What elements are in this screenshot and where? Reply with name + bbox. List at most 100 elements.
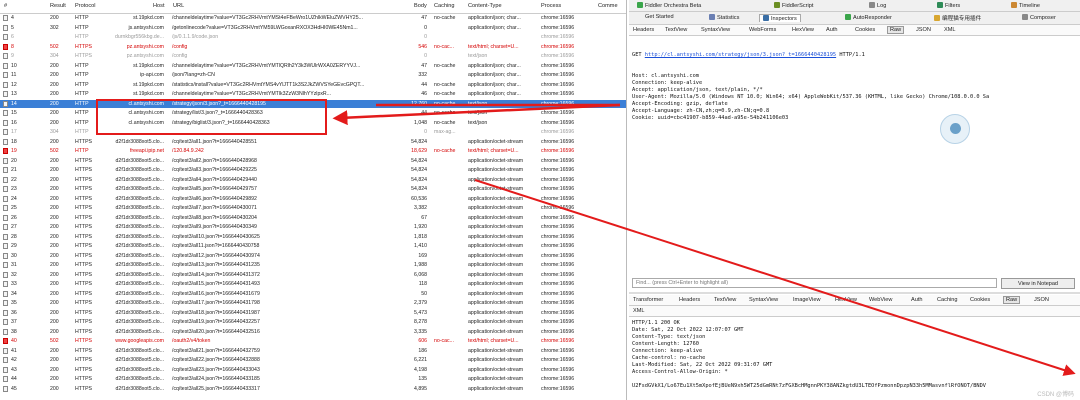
session-row[interactable]: 33 200 HTTPS d2f1dr3088xot5.clo.../cq/test3… <box>0 280 626 289</box>
session-row[interactable]: 36 200 HTTPS d2f1dr3088xot5.clo.../cq/test3… <box>0 309 626 318</box>
session-row[interactable]: 18 200 HTTPS d2f1dr3088xot5.clo.../cq/test3… <box>0 138 626 147</box>
quickfind-input[interactable]: Find... (press Ctrl+Enter to highlight a… <box>632 278 997 288</box>
res-tab-transformer[interactable]: Transformer <box>633 297 663 303</box>
session-row[interactable]: 9 304 HTTPS pz.antsyshi.com/config 0 text/jso… <box>0 52 626 61</box>
session-row[interactable]: 45 200 HTTPS d2f1dr3088xot5.clo.../cq/test3… <box>0 385 626 394</box>
session-row[interactable]: 30 200 HTTPS d2f1dr3088xot5.clo.../cq/test3… <box>0 252 626 261</box>
col-header-comments[interactable]: Comme <box>598 3 618 9</box>
cell-num: 15 <box>11 110 17 116</box>
tab-3[interactable]: Filters <box>937 2 960 9</box>
annotation-box <box>96 99 327 135</box>
tab-4[interactable]: 编程猫专用插件 <box>934 14 981 22</box>
session-row[interactable]: 4 200 HTTP st.19pkd.com/channeldelaytime?va… <box>0 14 626 23</box>
response-raw-text[interactable]: HTTP/1.1 200 OK Date: Sat, 22 Oct 2022 12… <box>632 320 986 390</box>
session-row[interactable]: 31 200 HTTPS d2f1dr3088xot5.clo.../cq/test3… <box>0 261 626 270</box>
req-tab-hexview[interactable]: HexView <box>792 27 814 33</box>
cell-process: chrome:16596 <box>541 338 575 344</box>
session-row[interactable]: 11 200 HTTP ip-api.com/json/?lang=zh-CN 332 a… <box>0 71 626 80</box>
session-row[interactable]: 21 200 HTTPS d2f1dr3088xot5.clo.../cq/test3… <box>0 166 626 175</box>
session-row[interactable]: 43 200 HTTPS d2f1dr3088xot5.clo.../cq/test3… <box>0 366 626 375</box>
res-tab-webview[interactable]: WebView <box>869 297 892 303</box>
request-raw-text[interactable]: GET http://cl.antsyshi.com/strategy/json… <box>632 38 989 136</box>
res-tab-textview[interactable]: TextView <box>714 297 736 303</box>
session-type-icon <box>3 186 8 192</box>
req-tab-auth[interactable]: Auth <box>826 27 838 33</box>
session-row[interactable]: 40 502 HTTPS www.googleapis.com/oauth2/v4/t… <box>0 337 626 346</box>
session-row[interactable]: 38 200 HTTPS d2f1dr3088xot5.clo.../cq/test3… <box>0 328 626 337</box>
session-row[interactable]: 6 HTTP durnkbgr556kbg.de.../js/0.1.1.9/cod… <box>0 33 626 42</box>
cell-body: 1,410 <box>414 243 427 249</box>
req-tab-headers[interactable]: Headers <box>633 27 654 33</box>
cell-result: 200 <box>50 224 59 230</box>
col-header-host[interactable]: Host <box>153 3 165 9</box>
tab-0[interactable]: Fiddler Orchestra Beta <box>637 2 701 9</box>
res-tab-imageview[interactable]: ImageView <box>793 297 821 303</box>
session-type-icon <box>3 281 8 287</box>
res-tab-syntaxview[interactable]: SyntaxView <box>749 297 778 303</box>
session-row[interactable]: 12 200 HTTP st.19pkd.com/statistics/install… <box>0 81 626 90</box>
req-tab-cookies[interactable]: Cookies <box>855 27 875 33</box>
res-tab-auth[interactable]: Auth <box>911 297 923 303</box>
col-header-result[interactable]: Result <box>50 3 66 9</box>
session-row[interactable]: 28 200 HTTPS d2f1dr3088xot5.clo.../cq/test3… <box>0 233 626 242</box>
res-tab-cookies[interactable]: Cookies <box>970 297 990 303</box>
session-row[interactable]: 13 200 HTTP st.19pkd.com/channeldelaytime?v… <box>0 90 626 99</box>
req-tab-json[interactable]: JSON <box>916 27 931 33</box>
res-tab-hexview[interactable]: HexView <box>835 297 857 303</box>
session-row[interactable]: 32 200 HTTPS d2f1dr3088xot5.clo.../cq/test3… <box>0 271 626 280</box>
col-header-body[interactable]: Body <box>414 3 427 9</box>
col-header-content-type[interactable]: Content-Type <box>468 3 502 9</box>
session-row[interactable]: 44 200 HTTPS d2f1dr3088xot5.clo.../cq/test3… <box>0 375 626 384</box>
session-row[interactable]: 20 200 HTTPS d2f1dr3088xot5.clo.../cq/test3… <box>0 157 626 166</box>
session-row[interactable]: 24 200 HTTPS d2f1dr3088xot5.clo.../cq/test3… <box>0 195 626 204</box>
tab-label: Timeline <box>1019 3 1040 9</box>
req-tab-textview[interactable]: TextView <box>665 27 687 33</box>
session-row[interactable]: 35 200 HTTPS d2f1dr3088xot5.clo.../cq/test3… <box>0 299 626 308</box>
session-row[interactable]: 22 200 HTTPS d2f1dr3088xot5.clo.../cq/test3… <box>0 176 626 185</box>
req-tab-xml[interactable]: XML <box>944 27 956 33</box>
session-row[interactable]: 27 200 HTTPS d2f1dr3088xot5.clo.../cq/test3… <box>0 223 626 232</box>
col-header-url[interactable]: URL <box>173 3 184 9</box>
tab-1[interactable]: Statistics <box>709 14 739 21</box>
request-url-link[interactable]: http://cl.antsyshi.com/strategy/json/3.j… <box>645 52 836 58</box>
session-type-icon <box>3 366 8 373</box>
tab-4[interactable]: Timeline <box>1011 2 1040 9</box>
cell-ctype: application/octet-stream <box>468 186 524 192</box>
tab-3[interactable]: AutoResponder <box>845 14 892 21</box>
tab-1[interactable]: FiddlerScript <box>774 2 813 9</box>
cell-caching: no-cache <box>434 110 456 116</box>
tab-5[interactable]: Composer <box>1022 14 1056 21</box>
tab-2[interactable]: Log <box>869 2 886 9</box>
session-list[interactable]: # Result Protocol Host URL Body Caching … <box>0 0 627 400</box>
res-tab-xml[interactable]: XML <box>633 308 645 314</box>
tab-2[interactable]: Inspectors <box>759 14 801 22</box>
session-row[interactable]: 23 200 HTTPS d2f1dr3088xot5.clo.../cq/test3… <box>0 185 626 194</box>
col-header-process[interactable]: Process <box>541 3 561 9</box>
session-row[interactable]: 34 200 HTTPS d2f1dr3088xot5.clo.../cq/test3… <box>0 290 626 299</box>
view-in-notepad-button[interactable]: View in Notepad <box>1001 278 1075 289</box>
req-tab-syntaxview[interactable]: SyntaxView <box>701 27 730 33</box>
session-row[interactable]: 5 302 HTTP js.antsyshi.com/getonlinecode?va… <box>0 24 626 33</box>
session-row[interactable]: 10 200 HTTP st.19pkd.com/channeldelaytime?v… <box>0 62 626 71</box>
col-header-caching[interactable]: Caching <box>434 3 455 9</box>
session-row[interactable]: 26 200 HTTPS d2f1dr3088xot5.clo.../cq/test3… <box>0 214 626 223</box>
cell-url: /getonlinecode?value=VT3Gc2RHVmtYM59LWGo… <box>172 24 358 31</box>
session-row[interactable]: 8 502 HTTPS pz.antsyshi.com/config 546 no-cac… <box>0 43 626 52</box>
res-tab-json[interactable]: JSON <box>1034 297 1049 303</box>
col-header-protocol[interactable]: Protocol <box>75 3 96 9</box>
res-tab-raw[interactable]: Raw <box>1003 296 1021 304</box>
req-tab-webforms[interactable]: WebForms <box>749 27 776 33</box>
session-row[interactable]: 29 200 HTTPS d2f1dr3088xot5.clo.../cq/test3… <box>0 242 626 251</box>
session-row[interactable]: 25 200 HTTPS d2f1dr3088xot5.clo.../cq/test3… <box>0 204 626 213</box>
session-row[interactable]: 37 200 HTTPS d2f1dr3088xot5.clo.../cq/test3… <box>0 318 626 327</box>
splitter[interactable] <box>629 292 1080 294</box>
res-tab-headers[interactable]: Headers <box>679 297 700 303</box>
col-header-num[interactable]: # <box>4 3 7 9</box>
cell-ctype: application/octet-stream <box>468 167 524 173</box>
session-row[interactable]: 41 200 HTTPS d2f1dr3088xot5.clo.../cq/test3… <box>0 347 626 356</box>
session-row[interactable]: 42 200 HTTPS d2f1dr3088xot5.clo.../cq/test3… <box>0 356 626 365</box>
req-tab-raw[interactable]: Raw <box>887 26 905 34</box>
tab-0[interactable]: Get Started <box>645 14 674 20</box>
res-tab-caching[interactable]: Caching <box>937 297 958 303</box>
session-row[interactable]: 19 502 HTTP freeapi.ipip.net/120.84.9.242 18… <box>0 147 626 156</box>
